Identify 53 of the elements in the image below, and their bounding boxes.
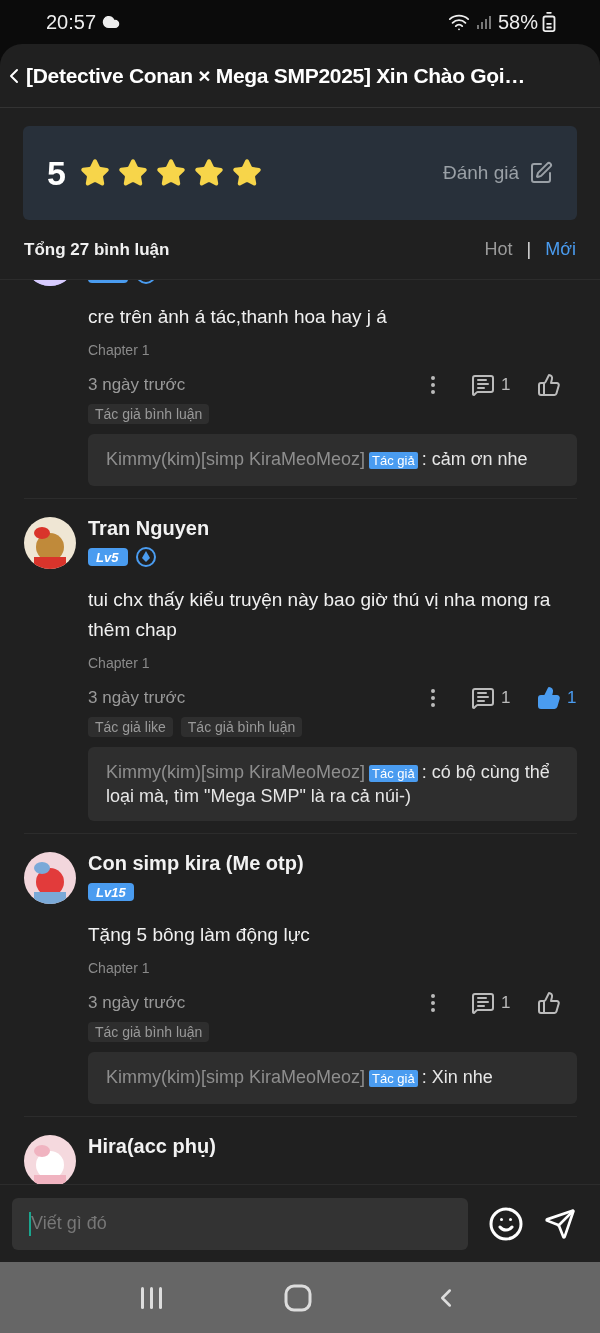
chapter-label: Chapter 1 [88, 960, 151, 976]
thumbs-up-icon [537, 991, 561, 1015]
user-name: Hira(acc phụ) [88, 1135, 217, 1159]
clock-time: 20:57 [46, 10, 97, 34]
reply-count-button[interactable]: 1 [471, 373, 521, 397]
text-cursor [29, 1211, 31, 1236]
level-badge: Lv5 [88, 548, 128, 566]
send-icon[interactable] [544, 1207, 576, 1240]
star-icon [155, 158, 186, 188]
level-badge: Lv15 [88, 883, 134, 901]
comment-text: tui chx thấy kiểu truyện này bao giờ thú vị nha mong ra thêm chap [88, 588, 552, 642]
sort-tab[interactable]: Mới [545, 239, 576, 260]
star-icon [117, 158, 148, 188]
user-name: Tran Nguyen [88, 517, 211, 541]
comment-text: cre trên ảnh á tác,thanh hoa hay j á [88, 305, 388, 329]
chapter-label: Chapter 1 [88, 342, 151, 358]
comment-time: 3 ngày trước [88, 375, 187, 395]
star-icon [193, 158, 224, 188]
user-name: Con simp kira (Me otp) [88, 852, 305, 876]
signal-icon [475, 14, 492, 30]
reply-text: Kimmy(kim)[simp KiraMeoMeoz] Tác giả : có bộ cùng thể loại mà, tìm "Mega SMP" là ra cả núi-) [106, 761, 551, 807]
tag: Tác giả bình luận [88, 1022, 210, 1042]
star-icon [79, 158, 110, 188]
comment-icon [471, 991, 495, 1015]
tag: Tác giả like [88, 717, 173, 737]
comment-icon [471, 373, 495, 397]
thumbs-up-icon [537, 686, 561, 710]
tag: Tác giả bình luận [180, 717, 303, 737]
battery-percent: 58% [497, 10, 538, 34]
reply-text: Kimmy(kim)[simp KiraMeoMeoz] Tác giả : Xin nhe [106, 1066, 494, 1089]
comment-total: Tổng 27 bình luận [24, 239, 170, 260]
comment-time: 3 ngày trước [88, 688, 187, 708]
rate-button[interactable]: Đánh giá [442, 161, 553, 185]
rating-score: 5 [47, 153, 66, 193]
like-button[interactable]: 1 [537, 686, 577, 710]
sort-separator: | [526, 239, 532, 260]
edit-icon [529, 161, 553, 185]
star-icon [231, 158, 262, 188]
comment-time: 3 ngày trước [88, 993, 187, 1013]
comment-icon [471, 686, 495, 710]
thumbs-up-icon [537, 373, 561, 397]
cloud-icon [102, 13, 121, 31]
chapter-label: Chapter 1 [88, 655, 151, 671]
page-title: [Detective Conan × Mega SMP2025] Xin Chào Gọi… [26, 63, 526, 88]
tag: Tác giả bình luận [88, 404, 210, 424]
comment-input-field[interactable]: Viết gì đó [12, 1197, 468, 1250]
comment-text: Tặng 5 bông làm động lực [88, 923, 311, 947]
home-icon[interactable] [284, 1283, 312, 1312]
reply-count-button[interactable]: 1 [471, 686, 521, 710]
sort-tab[interactable]: Hot [484, 239, 513, 260]
reply-text: Kimmy(kim)[simp KiraMeoMeoz] Tác giả : cảm ơn nhe [106, 448, 529, 471]
emoji-icon[interactable] [488, 1205, 524, 1242]
reply-count-button[interactable]: 1 [471, 991, 521, 1015]
